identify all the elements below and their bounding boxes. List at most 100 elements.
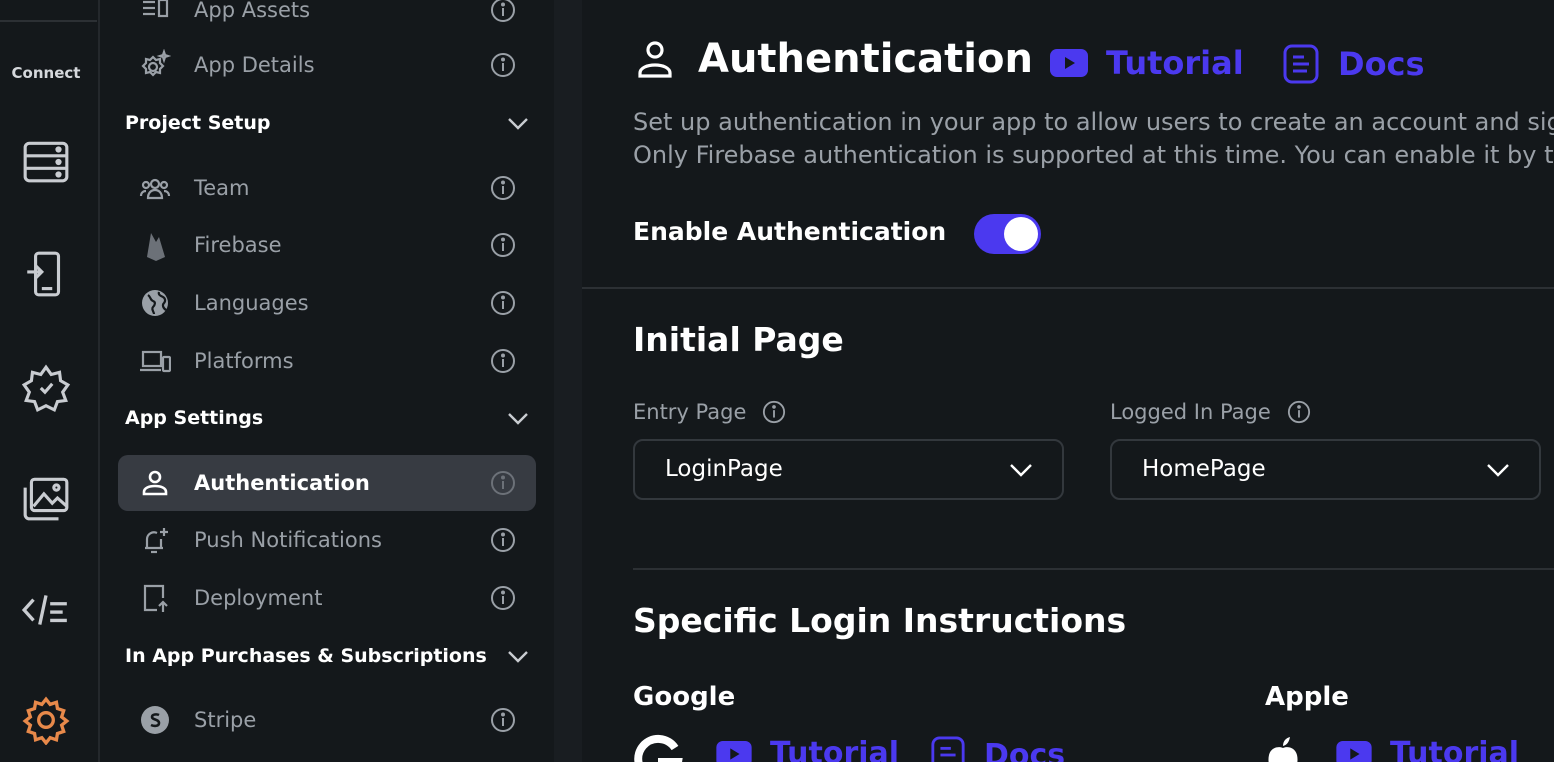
sidebar-item-firebase[interactable]: Firebase	[118, 217, 536, 273]
sidebar-item-label: Languages	[194, 291, 309, 315]
tutorial-label: Tutorial	[1106, 44, 1244, 82]
description-line: Only Firebase authentication is supporte…	[633, 141, 1554, 169]
section-in-app-purchases[interactable]: In App Purchases & Subscriptions	[125, 636, 535, 676]
info-icon[interactable]	[490, 290, 516, 316]
settings-sidebar: App Assets App Details Project Setup Tea…	[102, 0, 554, 762]
rail-settings-button[interactable]	[20, 694, 72, 746]
youtube-icon	[716, 740, 752, 762]
section-label: Project Setup	[125, 112, 271, 134]
divider	[633, 568, 1554, 570]
apple-tutorial-link[interactable]: Tutorial	[1336, 736, 1519, 762]
enable-authentication-label: Enable Authentication	[633, 217, 947, 246]
bell-plus-icon	[138, 523, 172, 557]
info-icon[interactable]	[490, 707, 516, 733]
rail-divider	[0, 20, 97, 22]
devices-icon	[138, 344, 172, 378]
sidebar-item-label: Authentication	[194, 471, 370, 495]
globe-icon	[138, 286, 172, 320]
info-icon[interactable]	[490, 232, 516, 258]
entry-page-value: LoginPage	[665, 456, 783, 482]
initial-page-heading: Initial Page	[633, 320, 844, 359]
settings-gear-icon	[22, 696, 70, 745]
tutorial-link[interactable]: Tutorial	[1050, 44, 1244, 82]
google-docs-link[interactable]: Docs	[930, 736, 1065, 762]
rail-code-button[interactable]	[20, 584, 72, 636]
rail-database-button[interactable]	[20, 136, 72, 188]
sidebar-item-label: Push Notifications	[194, 528, 382, 552]
puzzle-star-icon	[21, 364, 71, 413]
sidebar-item-push-notifications[interactable]: Push Notifications	[118, 512, 536, 568]
apple-heading: Apple	[1265, 682, 1349, 712]
logged-in-page-select[interactable]: HomePage	[1110, 439, 1541, 500]
section-label: App Settings	[125, 407, 264, 429]
person-icon	[138, 466, 172, 500]
google-heading: Google	[633, 682, 736, 712]
enable-authentication-toggle[interactable]	[974, 214, 1041, 254]
rail-media-button[interactable]	[20, 472, 72, 524]
page-description: Set up authentication in your app to all…	[633, 106, 1554, 172]
section-project-setup[interactable]: Project Setup	[125, 103, 535, 143]
sidebar-item-authentication[interactable]: Authentication	[118, 455, 536, 511]
section-label: In App Purchases & Subscriptions	[125, 645, 487, 667]
page-title: Authentication	[698, 36, 1033, 82]
apple-logo-icon	[1268, 737, 1298, 762]
media-library-icon	[23, 477, 69, 521]
info-icon[interactable]	[490, 175, 516, 201]
sidebar-item-label: Platforms	[194, 349, 294, 373]
document-icon	[931, 736, 965, 762]
document-icon	[1283, 44, 1319, 84]
sidebar-item-platforms[interactable]: Platforms	[118, 333, 536, 389]
info-icon[interactable]	[490, 585, 516, 611]
device-download-icon	[27, 251, 61, 297]
chevron-down-icon	[508, 413, 528, 425]
docs-link[interactable]: Docs	[1282, 44, 1425, 84]
sidebar-item-label: Stripe	[194, 708, 257, 732]
tutorial-label: Tutorial	[770, 736, 900, 762]
sidebar-item-languages[interactable]: Languages	[118, 275, 536, 331]
deploy-icon	[138, 581, 172, 615]
assets-icon	[138, 0, 172, 27]
logged-in-page-label-text: Logged In Page	[1110, 400, 1271, 424]
info-icon[interactable]	[490, 0, 516, 23]
toggle-knob	[1004, 217, 1038, 251]
nav-rail: Connect	[0, 0, 100, 762]
chevron-down-icon	[1010, 464, 1032, 477]
sidebar-item-team[interactable]: Team	[118, 160, 536, 216]
docs-label: Docs	[1338, 45, 1425, 83]
database-icon	[23, 141, 69, 183]
docs-label: Docs	[984, 737, 1066, 762]
info-icon[interactable]	[490, 527, 516, 553]
youtube-icon	[1050, 49, 1088, 77]
sidebar-item-stripe[interactable]: Stripe	[118, 692, 536, 748]
divider	[582, 287, 1554, 289]
info-icon[interactable]	[490, 470, 516, 496]
chevron-down-icon	[508, 651, 528, 663]
google-logo-icon	[634, 734, 683, 762]
specific-login-heading: Specific Login Instructions	[633, 601, 1127, 640]
sidebar-item-label: App Assets	[194, 0, 311, 22]
info-icon[interactable]	[762, 400, 786, 424]
youtube-icon	[1336, 740, 1372, 762]
rail-device-button[interactable]	[20, 248, 72, 300]
section-app-settings[interactable]: App Settings	[125, 398, 535, 438]
info-icon[interactable]	[490, 52, 516, 78]
info-icon[interactable]	[1287, 400, 1311, 424]
person-icon	[638, 41, 672, 78]
entry-page-label-text: Entry Page	[633, 400, 747, 424]
rail-custom-code-button[interactable]	[20, 362, 72, 414]
info-icon[interactable]	[490, 348, 516, 374]
team-icon	[138, 171, 172, 205]
entry-page-select[interactable]: LoginPage	[633, 439, 1064, 500]
chevron-down-icon	[508, 118, 528, 130]
google-tutorial-link[interactable]: Tutorial	[716, 736, 899, 762]
sidebar-item-deployment[interactable]: Deployment	[118, 570, 536, 626]
chevron-down-icon	[1487, 464, 1509, 477]
sidebar-item-app-details[interactable]: App Details	[118, 37, 536, 93]
stripe-icon	[138, 703, 172, 737]
sidebar-gutter	[554, 0, 582, 762]
rail-connect-label: Connect	[11, 64, 81, 82]
entry-page-label: Entry Page	[633, 400, 786, 424]
sidebar-item-label: Team	[194, 176, 250, 200]
sidebar-item-label: Firebase	[194, 233, 282, 257]
sidebar-item-app-assets[interactable]: App Assets	[118, 0, 536, 38]
